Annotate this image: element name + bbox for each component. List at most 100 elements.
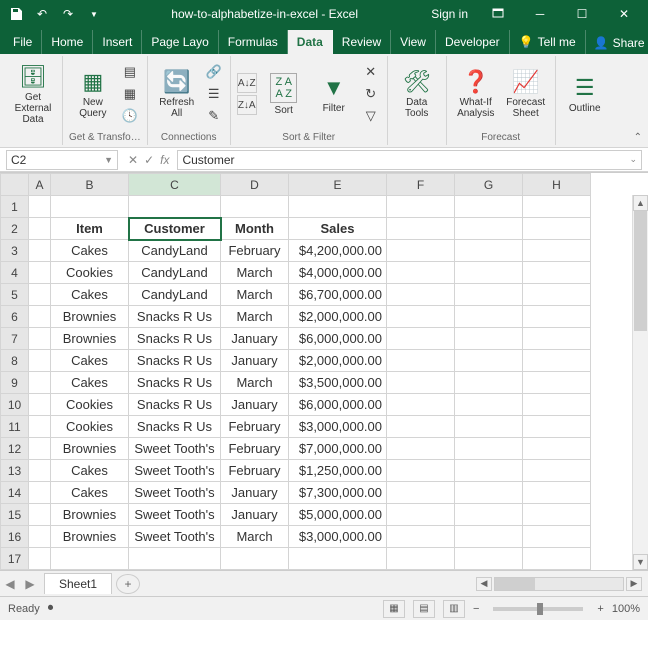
refresh-all-button[interactable]: 🔄Refresh All [154,69,200,119]
edit-links-button[interactable]: ✎ [204,106,224,126]
cell[interactable]: January [221,350,289,372]
maximize-button[interactable]: ☐ [562,2,602,26]
tab-pagelayo[interactable]: Page Layo [142,30,218,54]
cell[interactable] [455,372,523,394]
cell[interactable]: Snacks R Us [129,350,221,372]
cell[interactable] [455,306,523,328]
row-header[interactable]: 8 [1,350,29,372]
cell[interactable] [29,218,51,240]
cell[interactable] [387,548,455,570]
cell[interactable] [29,416,51,438]
row-header[interactable]: 7 [1,328,29,350]
cell[interactable] [523,394,591,416]
cell[interactable] [387,526,455,548]
cell[interactable]: Sales [289,218,387,240]
cell[interactable] [387,218,455,240]
cell[interactable]: January [221,328,289,350]
cell[interactable]: CandyLand [129,262,221,284]
cell[interactable] [387,416,455,438]
cell[interactable]: Cakes [51,350,129,372]
zoom-level[interactable]: 100% [612,603,640,615]
zoom-in-button[interactable]: + [597,603,603,615]
cell[interactable]: $1,250,000.00 [289,460,387,482]
collapse-ribbon-icon[interactable]: ⌃ [634,132,642,143]
cell[interactable] [455,262,523,284]
chevron-down-icon[interactable]: ▼ [104,155,113,165]
cell[interactable]: $7,300,000.00 [289,482,387,504]
cell[interactable] [455,460,523,482]
cell[interactable] [29,394,51,416]
row-header[interactable]: 4 [1,262,29,284]
row-header[interactable]: 14 [1,482,29,504]
cell[interactable]: Cookies [51,416,129,438]
cell[interactable] [455,548,523,570]
cell[interactable] [29,196,51,218]
cell[interactable] [387,394,455,416]
cell[interactable] [523,196,591,218]
cell[interactable] [289,548,387,570]
fx-icon[interactable]: fx [160,153,169,167]
hscroll-thumb[interactable] [495,578,535,590]
cell[interactable]: $5,000,000.00 [289,504,387,526]
sort-az-button[interactable]: A↓Z [237,73,257,93]
row-header[interactable]: 3 [1,240,29,262]
row-header[interactable]: 17 [1,548,29,570]
cell[interactable]: Snacks R Us [129,394,221,416]
cell[interactable]: Brownies [51,504,129,526]
cell[interactable]: $2,000,000.00 [289,306,387,328]
sort-za-button[interactable]: Z↓A [237,95,257,115]
tab-developer[interactable]: Developer [436,30,510,54]
cell[interactable]: $3,500,000.00 [289,372,387,394]
tab-formulas[interactable]: Formulas [219,30,288,54]
sort-button[interactable]: Z AA ZSort [261,73,307,116]
cell[interactable]: CandyLand [129,240,221,262]
show-queries-button[interactable]: ▤ [120,62,140,82]
pagebreak-view-button[interactable]: ▥ [443,600,465,618]
cell[interactable] [387,460,455,482]
cell[interactable] [387,372,455,394]
name-box[interactable]: C2▼ [6,150,118,170]
cell[interactable] [387,438,455,460]
cell[interactable]: Sweet Tooth's [129,526,221,548]
cell[interactable]: Sweet Tooth's [129,460,221,482]
cell[interactable] [523,262,591,284]
cell[interactable]: Snacks R Us [129,372,221,394]
cell[interactable]: Cookies [51,262,129,284]
cell[interactable] [387,284,455,306]
sheet-nav-right[interactable]: ▶ [20,577,40,591]
scroll-right-icon[interactable]: ▶ [626,577,642,591]
zoom-out-button[interactable]: − [473,603,479,615]
cell[interactable] [455,482,523,504]
cell[interactable] [523,240,591,262]
cell[interactable]: Brownies [51,526,129,548]
col-header-D[interactable]: D [221,174,289,196]
cell[interactable]: Cakes [51,482,129,504]
cell[interactable]: February [221,416,289,438]
cell[interactable] [129,548,221,570]
col-header-F[interactable]: F [387,174,455,196]
row-header[interactable]: 6 [1,306,29,328]
cell[interactable] [29,526,51,548]
signin-button[interactable]: Sign in [423,2,476,26]
cell[interactable]: Item [51,218,129,240]
from-table-button[interactable]: ▦ [120,84,140,104]
row-header[interactable]: 15 [1,504,29,526]
cell[interactable] [523,306,591,328]
sheet-nav-left[interactable]: ◀ [0,577,20,591]
col-header-E[interactable]: E [289,174,387,196]
cell[interactable]: CandyLand [129,284,221,306]
enter-formula-icon[interactable]: ✓ [144,153,154,167]
clear-filter-button[interactable]: ✕ [361,62,381,82]
cell[interactable] [523,504,591,526]
cell[interactable] [51,196,129,218]
row-header[interactable]: 11 [1,416,29,438]
cell[interactable] [29,460,51,482]
scroll-up-icon[interactable]: ▲ [633,195,648,211]
scroll-down-icon[interactable]: ▼ [633,554,648,570]
cell[interactable]: $7,000,000.00 [289,438,387,460]
cell[interactable] [29,350,51,372]
new-query-button[interactable]: ▦New Query [70,69,116,119]
cell[interactable] [523,284,591,306]
cell[interactable] [455,196,523,218]
select-all-cell[interactable] [1,174,29,196]
